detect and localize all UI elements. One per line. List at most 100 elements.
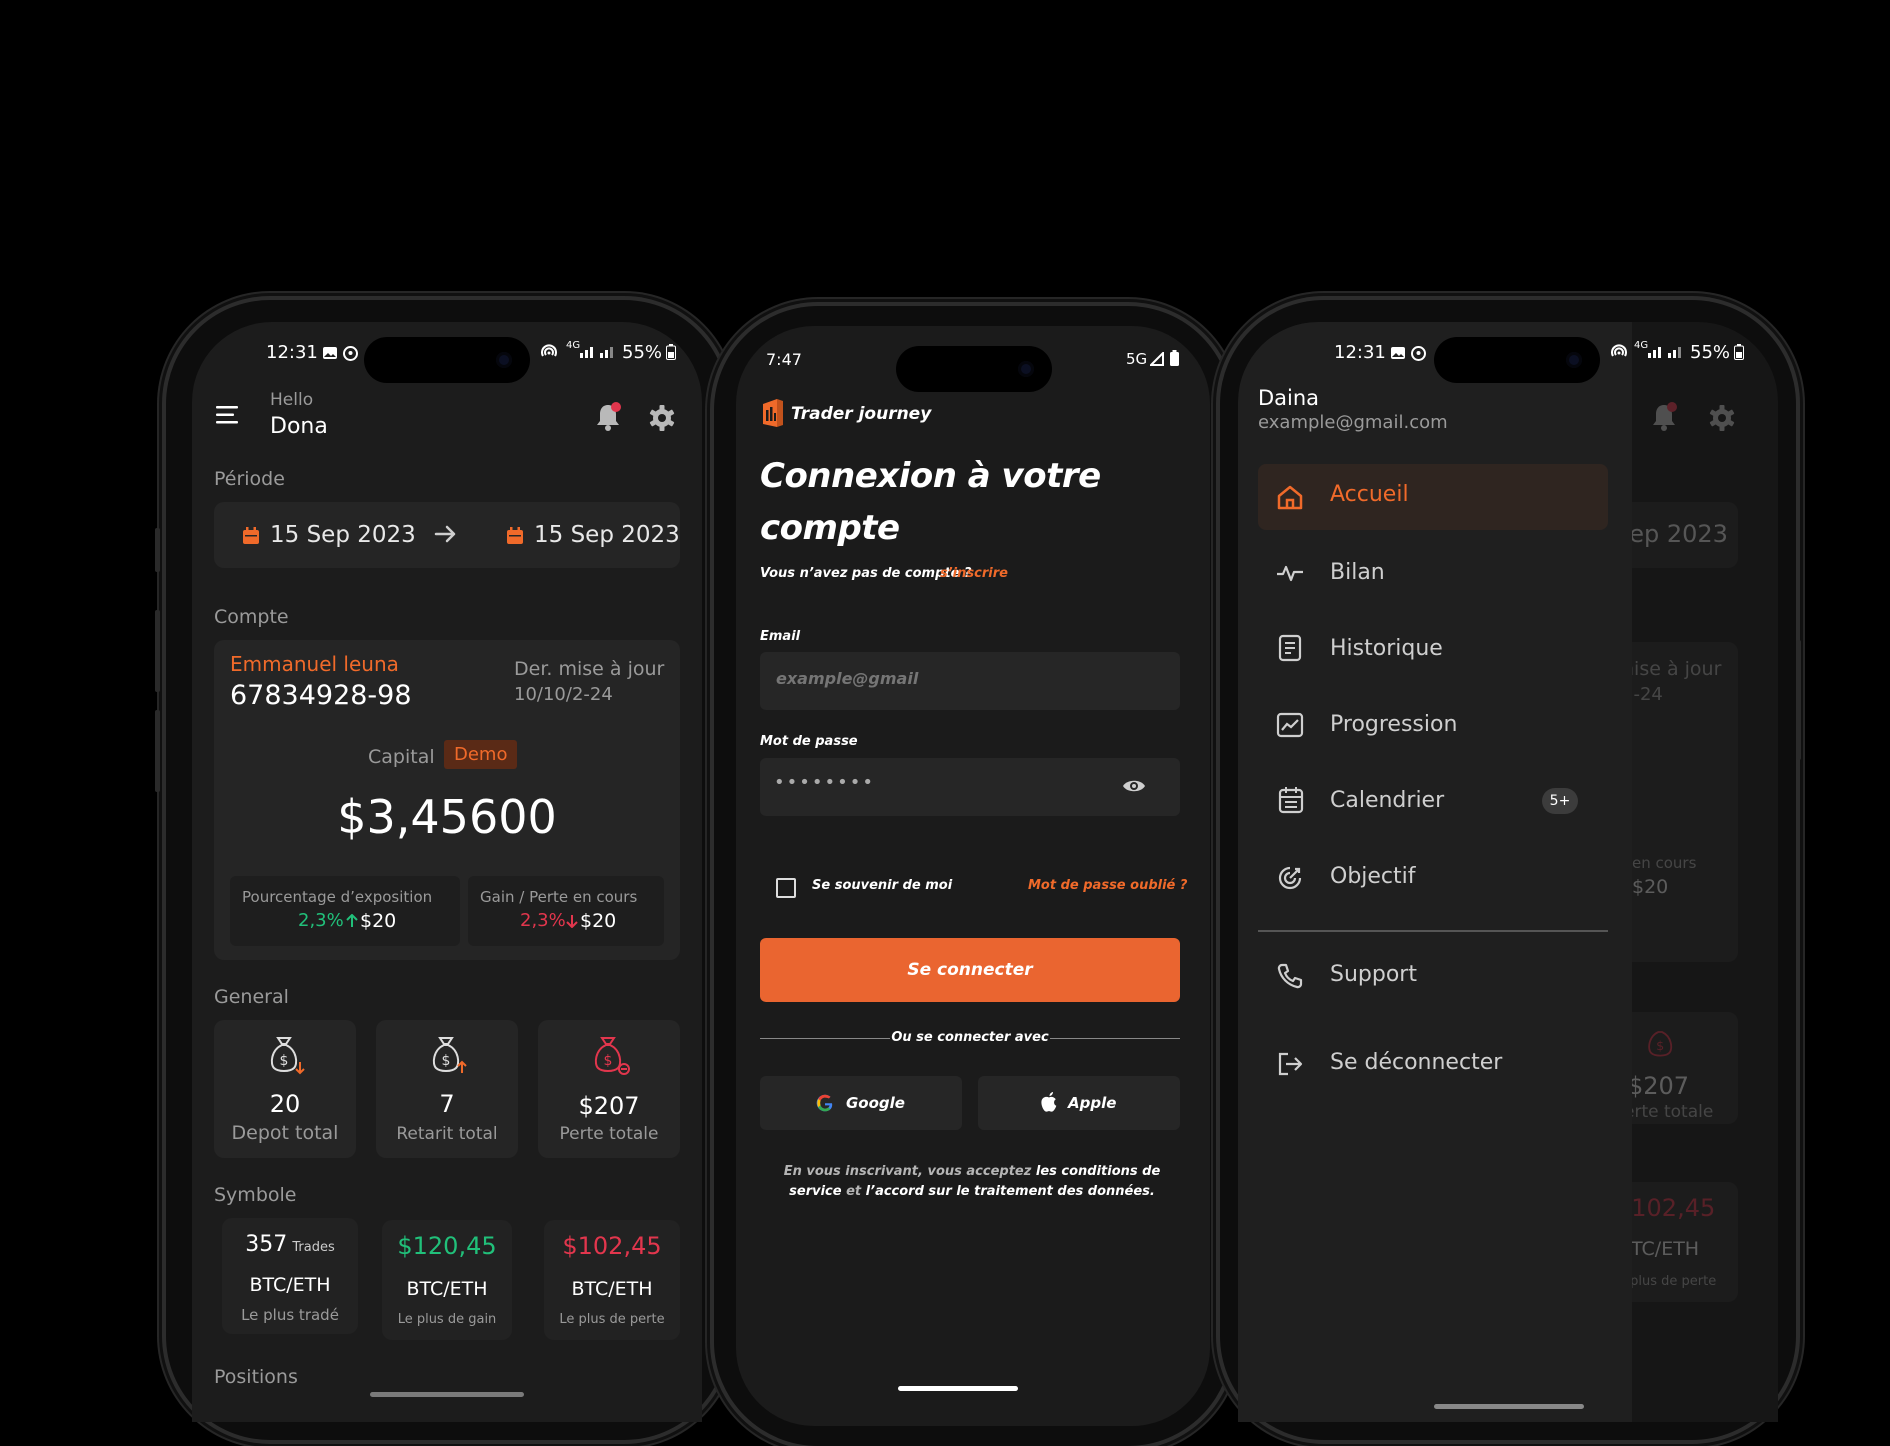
apple-button[interactable]: Apple: [978, 1076, 1180, 1130]
money-bag-down-icon: $: [264, 1034, 308, 1078]
background-content: Sep 2023 nise à jour 2-24 e en cours $20…: [1614, 502, 1778, 1402]
document-icon: [1278, 634, 1302, 662]
drawer-user-name: Daina: [1258, 386, 1320, 410]
calendar-badge: 5+: [1542, 788, 1578, 814]
stat-value: $207: [578, 1092, 640, 1120]
symbol-caption: Le plus de gain: [397, 1312, 497, 1327]
dynamic-island: [364, 337, 530, 383]
dashboard-screen: 12:31 4G 55% Hello Dona Période 15 Sep 2…: [192, 322, 702, 1422]
menu-item-label: Progression: [1330, 712, 1458, 737]
stat-value: 20: [269, 1090, 301, 1118]
google-button[interactable]: Google: [760, 1076, 962, 1130]
status-time: 12:31: [266, 342, 318, 363]
symbol-value: 357 Trades: [222, 1232, 358, 1257]
signal-icon: [1648, 344, 1684, 358]
email-input[interactable]: [774, 668, 1168, 689]
symbol-pair: BTC/ETH: [571, 1278, 653, 1300]
period-label: Période: [214, 468, 285, 490]
home-icon: [1276, 484, 1304, 510]
network-type: 4G: [566, 340, 581, 351]
update-label: Der. mise à jour: [514, 658, 665, 680]
symbol-caption: Le plus de perte: [559, 1312, 665, 1327]
trades-count: 357: [245, 1232, 288, 1257]
exposure-card: Pourcentage d’exposition 2,3% $20: [230, 876, 460, 946]
password-label: Mot de passe: [760, 734, 858, 749]
symbol-card: 357 Trades BTC/ETH Le plus tradé: [222, 1218, 358, 1334]
date-from[interactable]: 15 Sep 2023: [270, 522, 416, 548]
gear-icon[interactable]: [648, 404, 676, 432]
menu-item-calendrier[interactable]: Calendrier 5+: [1258, 768, 1608, 834]
menu-item-accueil[interactable]: Accueil: [1258, 464, 1608, 530]
gain-loss-card: Gain / Perte en cours 2,3% $20: [468, 876, 664, 946]
drawer-divider: [1258, 930, 1608, 932]
gain-loss-label: Gain / Perte en cours: [480, 888, 638, 906]
date-to[interactable]: 15 Sep 2023: [534, 522, 680, 548]
svg-text:$: $: [442, 1053, 451, 1069]
svg-text:$: $: [604, 1053, 613, 1069]
stat-label: Retarit total: [396, 1124, 498, 1144]
calendar-icon: [506, 527, 524, 545]
menu-icon[interactable]: [216, 406, 240, 424]
dynamic-island: [1434, 337, 1600, 383]
background-bag-icon: $: [1642, 1022, 1682, 1062]
phone-login: 7:47 5G Trader journey Connexion à votre…: [714, 306, 1232, 1446]
apple-label: Apple: [1068, 1094, 1117, 1112]
drawer-user-email: example@gmail.com: [1258, 412, 1448, 433]
menu-item-historique[interactable]: Historique: [1258, 616, 1608, 682]
menu-item-label: Objectif: [1330, 864, 1416, 889]
background-gain-amount: $20: [1632, 876, 1669, 898]
remember-checkbox[interactable]: [776, 878, 796, 898]
gallery-icon: [1390, 346, 1406, 360]
side-button: [155, 610, 160, 692]
gallery-icon: [322, 346, 338, 360]
positions-label: Positions: [214, 1366, 298, 1388]
email-label: Email: [760, 629, 801, 644]
symbol-value: $120,45: [397, 1232, 497, 1260]
bell-icon[interactable]: [594, 402, 622, 432]
menu-screen: Sep 2023 nise à jour 2-24 e en cours $20…: [1238, 322, 1778, 1422]
page-title: Connexion à votre: [760, 456, 1101, 496]
pinterest-icon: [343, 346, 358, 361]
background-loss-label: erte totale: [1624, 1102, 1714, 1122]
arrow-up-icon: [346, 914, 358, 928]
google-icon: [816, 1094, 834, 1112]
battery-icon: [666, 344, 676, 360]
menu-item-label: Se déconnecter: [1330, 1050, 1503, 1075]
battery-percent: 55%: [1690, 342, 1731, 363]
email-field[interactable]: [760, 652, 1180, 710]
signal-icon: [580, 344, 616, 358]
forgot-password-link[interactable]: Mot de passe oublié ?: [1028, 878, 1187, 893]
eye-icon[interactable]: [1122, 778, 1146, 794]
period-selector[interactable]: 15 Sep 2023 15 Sep 2023: [214, 502, 680, 568]
gain-loss-percent: 2,3%: [520, 910, 566, 931]
stat-card: $ 20 Depot total: [214, 1020, 356, 1158]
logout-icon: [1276, 1050, 1304, 1078]
symbol-card: $102,45 BTC/ETH Le plus de perte: [544, 1220, 680, 1340]
stat-label: Perte totale: [559, 1124, 659, 1144]
menu-item-support[interactable]: Support: [1258, 942, 1608, 1008]
menu-item-logout[interactable]: Se déconnecter: [1258, 1030, 1608, 1096]
target-icon: [1276, 864, 1304, 892]
password-field[interactable]: ••••••••: [760, 758, 1180, 816]
terms-data-link[interactable]: l’accord sur le traitement des données.: [866, 1184, 1155, 1199]
signal-icon: [1150, 352, 1164, 366]
signup-link[interactable]: s’inscrire: [940, 566, 1008, 581]
hotspot-icon: [1610, 344, 1628, 360]
symbol-value: $102,45: [562, 1232, 662, 1260]
symbol-pair: BTC/ETH: [249, 1274, 331, 1296]
menu-item-bilan[interactable]: Bilan: [1258, 540, 1608, 606]
menu-item-label: Accueil: [1330, 482, 1409, 507]
menu-item-progression[interactable]: Progression: [1258, 692, 1608, 758]
status-time: 7:47: [766, 350, 802, 369]
symbol-caption: Le plus tradé: [241, 1306, 339, 1324]
arrow-down-icon: [566, 914, 578, 928]
menu-item-objectif[interactable]: Objectif: [1258, 844, 1608, 910]
login-button[interactable]: Se connecter: [760, 938, 1180, 1002]
background-gear-icon: [1708, 404, 1736, 432]
menu-item-label: Calendrier: [1330, 788, 1445, 813]
general-label: General: [214, 986, 289, 1008]
terms-text: En vous inscrivant, vous acceptez les co…: [776, 1162, 1168, 1202]
money-bag-loss-icon: $: [588, 1034, 632, 1078]
battery-icon: [1170, 350, 1179, 366]
network-type: 4G: [1634, 340, 1649, 351]
